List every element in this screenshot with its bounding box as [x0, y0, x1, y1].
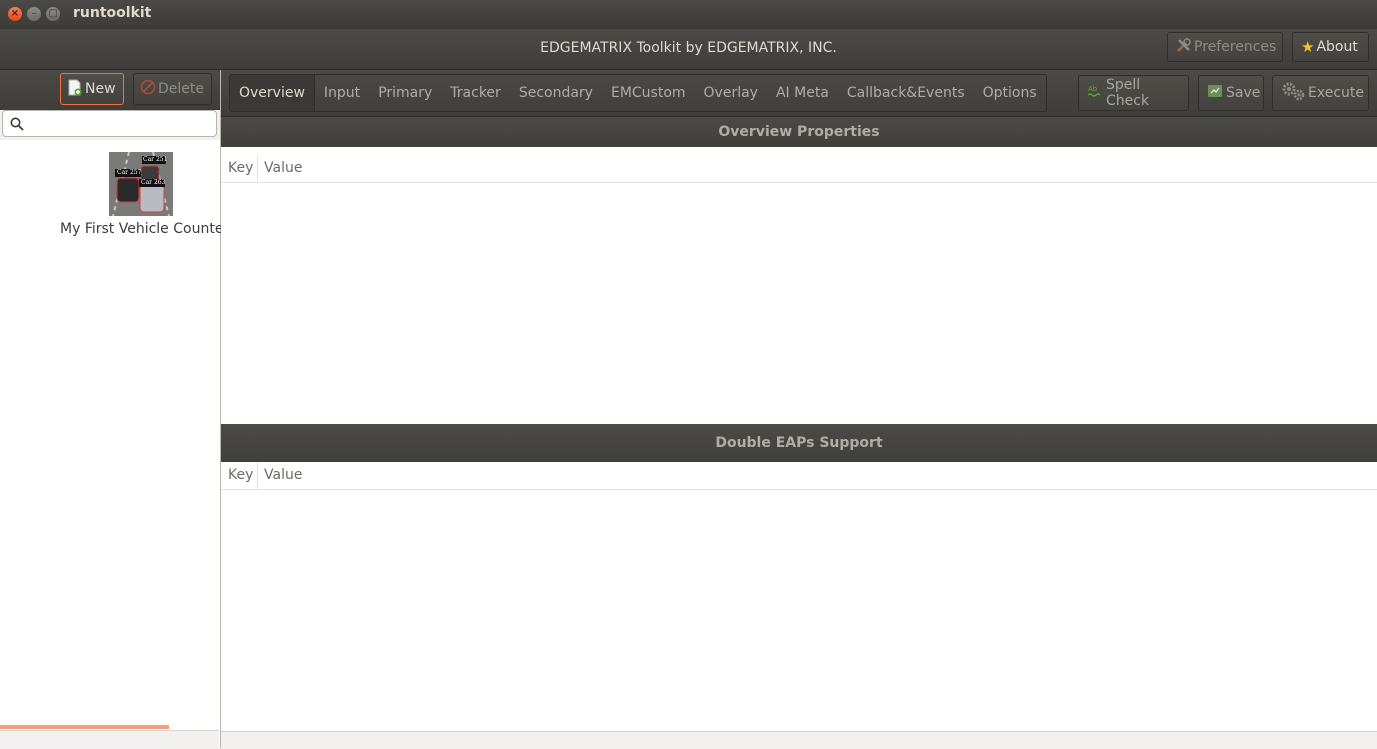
search-area	[0, 110, 220, 140]
main-statusbar	[221, 731, 1377, 749]
execute-button[interactable]: Execute	[1272, 75, 1369, 111]
search-field[interactable]	[2, 110, 217, 137]
svg-text:Ab: Ab	[1088, 85, 1098, 93]
tab-options[interactable]: Options	[974, 75, 1046, 111]
delete-label: Delete	[158, 81, 204, 97]
overview-properties-header: Overview Properties	[221, 117, 1377, 147]
preferences-button[interactable]: Preferences	[1167, 32, 1283, 62]
tools-icon	[1176, 37, 1192, 57]
project-thumbnail: Car 251 Car 257 Car 263	[109, 152, 173, 216]
window-close-button[interactable]: ×	[8, 7, 22, 21]
spell-check-label: Spell Check	[1106, 77, 1150, 109]
header-bar: EDGEMATRIX Toolkit by EDGEMATRIX, INC. P…	[0, 29, 1377, 70]
sidebar-toolbar: New Delete	[0, 70, 220, 110]
table-header-row: Key Value	[221, 462, 1377, 490]
main-panel: Overview Input Primary Tracker Secondary EMCu…	[221, 70, 1377, 749]
about-button[interactable]: ★ About	[1292, 32, 1369, 62]
tab-tracker[interactable]: Tracker	[441, 75, 510, 111]
preferences-label: Preferences	[1194, 39, 1277, 55]
gears-icon	[1281, 80, 1305, 106]
thumb-tag: Car 251	[143, 156, 168, 163]
sidebar-statusbar	[0, 730, 219, 749]
tab-bar: Overview Input Primary Tracker Secondary EMCu…	[229, 74, 1047, 112]
window-minimize-button[interactable]: –	[27, 7, 41, 21]
table-header-row: Key Value	[221, 155, 1377, 183]
execute-label: Execute	[1308, 85, 1364, 101]
window-maximize-button[interactable]: □	[46, 7, 60, 21]
double-eaps-support-table: Key Value	[221, 462, 1377, 730]
search-input[interactable]	[29, 114, 213, 135]
window-title: runtoolkit	[73, 5, 152, 21]
new-file-icon	[67, 79, 83, 100]
overview-properties-table: Key Value	[221, 155, 1377, 423]
window-titlebar: × – □ runtoolkit	[0, 0, 1377, 29]
tab-secondary[interactable]: Secondary	[510, 75, 602, 111]
progress-fill	[0, 725, 169, 729]
tab-primary[interactable]: Primary	[369, 75, 441, 111]
column-header-key[interactable]: Key	[221, 462, 258, 489]
column-header-value[interactable]: Value	[258, 155, 302, 182]
column-header-value[interactable]: Value	[258, 462, 302, 489]
no-entry-icon	[140, 79, 156, 99]
spell-check-button[interactable]: Ab Spell Check	[1078, 75, 1189, 111]
tab-ai-meta[interactable]: AI Meta	[767, 75, 838, 111]
sidebar: New Delete Car 251 Car 257 Car 263 My Fi…	[0, 70, 230, 749]
tab-callback-events[interactable]: Callback&Events	[838, 75, 974, 111]
tab-emcustom[interactable]: EMCustom	[602, 75, 695, 111]
save-icon	[1207, 83, 1223, 103]
thumb-tag: Car 263	[141, 179, 166, 186]
thumb-tag: Car 257	[117, 169, 142, 176]
double-eaps-support-header: Double EAPs Support	[221, 424, 1377, 462]
main-toolbar: Overview Input Primary Tracker Secondary EMCu…	[221, 70, 1377, 117]
column-header-key[interactable]: Key	[221, 155, 258, 182]
new-button[interactable]: New	[60, 73, 124, 105]
tab-overlay[interactable]: Overlay	[695, 75, 767, 111]
search-icon	[10, 117, 24, 131]
tab-overview[interactable]: Overview	[230, 75, 315, 111]
spell-check-icon: Ab	[1087, 83, 1103, 103]
project-item[interactable]: Car 251 Car 257 Car 263 My First Vehicle…	[60, 152, 230, 237]
tab-input[interactable]: Input	[315, 75, 369, 111]
project-label: My First Vehicle Counter	[60, 221, 230, 237]
new-label: New	[85, 81, 116, 97]
save-label: Save	[1226, 85, 1261, 101]
save-button[interactable]: Save	[1198, 75, 1264, 111]
star-icon: ★	[1301, 38, 1315, 56]
about-label: About	[1316, 39, 1358, 55]
delete-button[interactable]: Delete	[133, 73, 212, 105]
